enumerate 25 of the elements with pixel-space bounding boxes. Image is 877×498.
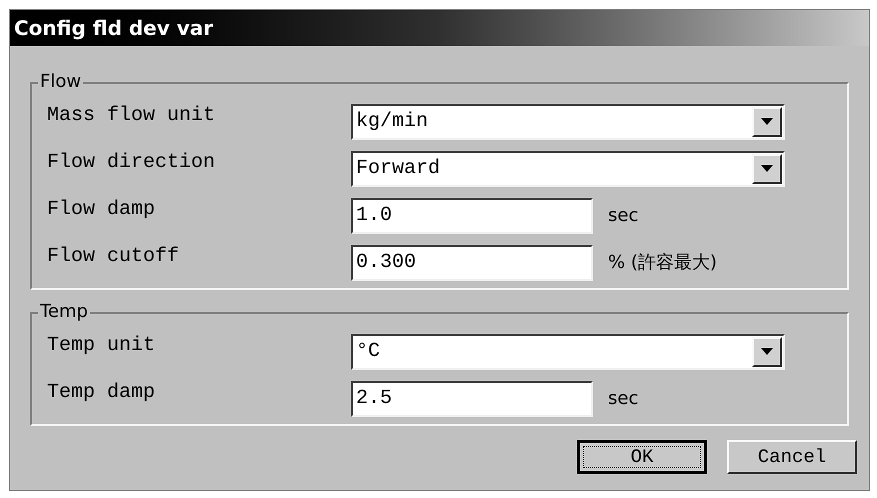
window-title: Config fld dev var <box>14 15 214 42</box>
caret-down-icon <box>761 165 773 172</box>
unit-label: sec <box>608 387 638 411</box>
dropdown[interactable]: kg/min <box>351 104 785 140</box>
input-field[interactable]: 1.0 <box>351 198 593 234</box>
field-label: Flow cutoff <box>47 246 180 266</box>
dialog-button[interactable]: Cancel <box>727 440 857 474</box>
dropdown-arrow-button[interactable] <box>752 106 782 136</box>
dropdown[interactable]: Forward <box>351 150 785 186</box>
unit-label: % (許容最大) <box>608 251 717 275</box>
field-label: Temp damp <box>47 382 156 402</box>
field-label: Flow damp <box>47 200 156 220</box>
dialog-button[interactable]: OK <box>577 440 707 474</box>
dropdown[interactable]: °C <box>351 334 785 370</box>
caret-down-icon <box>761 348 773 355</box>
unit-label: sec <box>608 204 638 228</box>
group-label: Temp <box>38 301 90 323</box>
dropdown-arrow-button[interactable] <box>752 336 782 366</box>
caret-down-icon <box>761 118 773 125</box>
field-label: Temp unit <box>47 336 156 356</box>
field-label: Mass flow unit <box>47 106 216 126</box>
input-field[interactable]: 2.5 <box>351 380 593 416</box>
input-field[interactable]: 0.300 <box>351 244 593 280</box>
dropdown-arrow-button[interactable] <box>752 154 782 184</box>
field-label: Flow direction <box>47 152 216 172</box>
